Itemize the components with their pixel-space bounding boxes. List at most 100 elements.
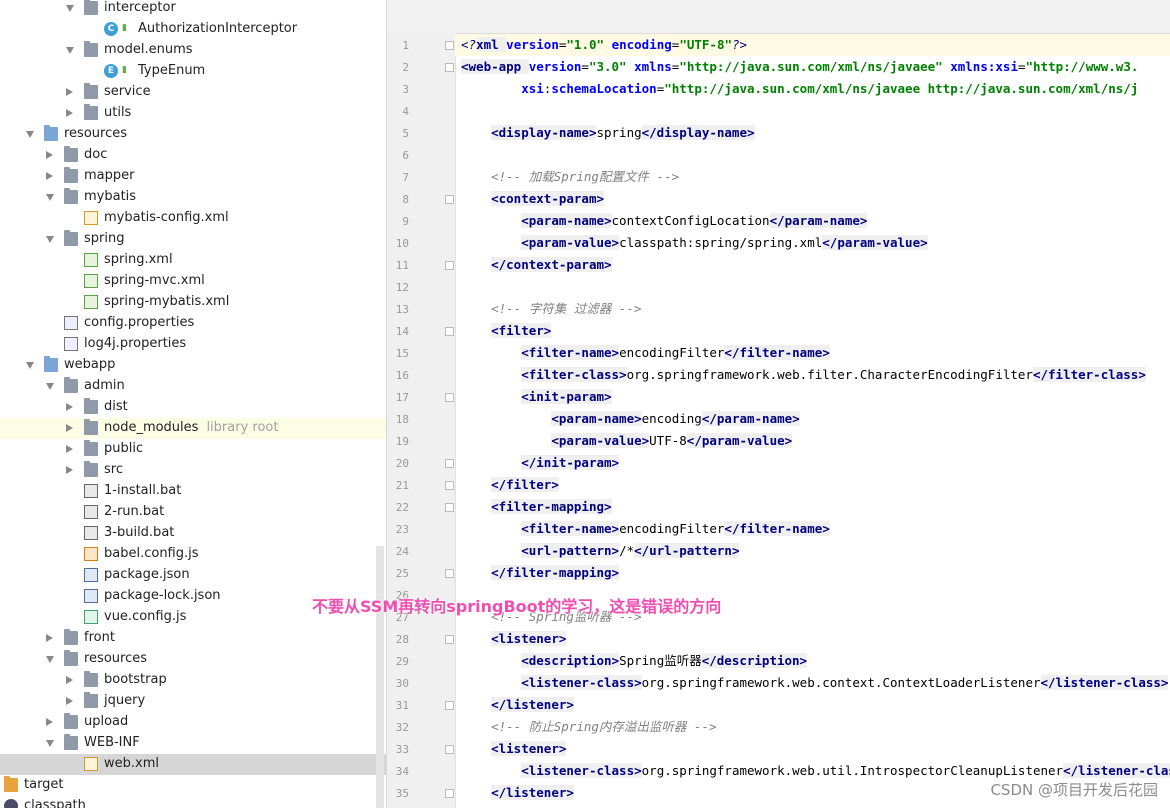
code-token: <filter-name> — [521, 345, 620, 360]
chevron-down-icon[interactable] — [26, 131, 34, 138]
code-token: "UTF-8" — [679, 37, 732, 52]
chevron-right-icon[interactable] — [66, 697, 73, 705]
code-token: </filter-name> — [724, 521, 830, 536]
tree-scrollbar[interactable] — [376, 546, 384, 808]
tree-item[interactable]: target — [0, 775, 386, 796]
code-token: UTF-8 — [649, 433, 687, 448]
line-number: 6 — [402, 149, 409, 162]
tree-item[interactable]: spring — [0, 229, 386, 250]
chevron-right-icon[interactable] — [66, 676, 73, 684]
tree-item[interactable]: dist — [0, 397, 386, 418]
tree-item[interactable]: node_modules library root — [0, 418, 386, 439]
json-file-icon — [84, 568, 98, 582]
tree-item[interactable]: upload — [0, 712, 386, 733]
fold-marker-icon[interactable] — [445, 195, 454, 204]
chevron-down-icon[interactable] — [46, 194, 54, 201]
tree-item[interactable]: front — [0, 628, 386, 649]
chevron-down-icon[interactable] — [26, 362, 34, 369]
code-token: <listener> — [491, 631, 567, 646]
chevron-down-icon[interactable] — [46, 236, 54, 243]
code-token: </listener-class> — [1040, 675, 1169, 690]
chevron-right-icon[interactable] — [66, 109, 73, 117]
line-number: 23 — [395, 523, 409, 536]
tree-item[interactable]: resources — [0, 649, 386, 670]
chevron-right-icon[interactable] — [66, 424, 73, 432]
fold-marker-icon[interactable] — [445, 393, 454, 402]
chevron-down-icon[interactable] — [46, 383, 54, 390]
tree-item[interactable]: public — [0, 439, 386, 460]
chevron-right-icon[interactable] — [46, 172, 53, 180]
fold-marker-icon[interactable] — [445, 63, 454, 72]
tree-item[interactable]: mapper — [0, 166, 386, 187]
tree-item[interactable]: webapp — [0, 355, 386, 376]
spring-xml-icon — [84, 295, 98, 309]
tree-item[interactable]: bootstrap — [0, 670, 386, 691]
line-number: 16 — [395, 369, 409, 382]
code-token: = — [1017, 59, 1026, 74]
tree-item[interactable]: log4j.properties — [0, 334, 386, 355]
chevron-right-icon[interactable] — [46, 634, 53, 642]
tree-item[interactable]: spring.xml — [0, 250, 386, 271]
chevron-down-icon[interactable] — [46, 656, 54, 663]
tree-item[interactable]: web.xml — [0, 754, 386, 775]
tree-item[interactable]: 1-install.bat — [0, 481, 386, 502]
fold-marker-icon[interactable] — [445, 789, 454, 798]
tree-item[interactable]: interceptor — [0, 0, 386, 19]
chevron-right-icon[interactable] — [66, 466, 73, 474]
tree-item[interactable]: utils — [0, 103, 386, 124]
chevron-down-icon[interactable] — [66, 47, 74, 54]
chevron-right-icon[interactable] — [66, 403, 73, 411]
chevron-right-icon[interactable] — [66, 445, 73, 453]
chevron-right-icon[interactable] — [46, 151, 53, 159]
fold-marker-icon[interactable] — [445, 41, 454, 50]
code-token: xmlns:xsi — [950, 59, 1018, 74]
tree-item[interactable]: mybatis-config.xml — [0, 208, 386, 229]
code-editor[interactable]: 1 2 3 4 5 6 7 8 9 10 11 12 13 14 15 16 17 18 19 20 21 22 23 24 2… — [387, 0, 1170, 808]
fold-marker-icon[interactable] — [445, 569, 454, 578]
fold-marker-icon[interactable] — [445, 261, 454, 270]
tree-item[interactable]: 3-build.bat — [0, 523, 386, 544]
fold-marker-icon[interactable] — [445, 503, 454, 512]
code-token: org.springframework.web.context.ContextL… — [641, 675, 1041, 690]
tree-item[interactable]: doc — [0, 145, 386, 166]
tree-item[interactable]: 2-run.bat — [0, 502, 386, 523]
tree-item[interactable]: spring-mybatis.xml — [0, 292, 386, 313]
tree-item[interactable]: mybatis — [0, 187, 386, 208]
tree-item-label: babel.config.js — [104, 546, 199, 561]
chevron-right-icon[interactable] — [46, 718, 53, 726]
tree-item[interactable]: babel.config.js — [0, 544, 386, 565]
tree-item-label: spring-mybatis.xml — [104, 294, 230, 309]
fold-marker-icon[interactable] — [445, 701, 454, 710]
tree-item[interactable]: spring-mvc.xml — [0, 271, 386, 292]
tree-item[interactable]: src — [0, 460, 386, 481]
tree-item[interactable]: classpath — [0, 796, 386, 808]
chevron-down-icon[interactable] — [66, 5, 74, 12]
tree-item[interactable]: WEB-INF — [0, 733, 386, 754]
chevron-down-icon[interactable] — [46, 740, 54, 747]
tree-item[interactable]: jquery — [0, 691, 386, 712]
chevron-right-icon[interactable] — [66, 88, 73, 96]
tree-item[interactable]: service — [0, 82, 386, 103]
tree-item[interactable]: model.enums — [0, 40, 386, 61]
code-token: <param-value> — [521, 235, 620, 250]
code-token: <display-name> — [491, 125, 597, 140]
tree-item[interactable]: config.properties — [0, 313, 386, 334]
fold-marker-icon[interactable] — [445, 635, 454, 644]
code-line: <param-name>encoding</param-name> — [461, 408, 800, 430]
properties-file-icon — [64, 316, 78, 330]
tree-item[interactable]: admin — [0, 376, 386, 397]
fold-marker-icon[interactable] — [445, 327, 454, 336]
tree-item[interactable]: E TypeEnum ▮ — [0, 61, 386, 82]
fold-marker-icon[interactable] — [445, 459, 454, 468]
tree-item[interactable]: package.json — [0, 565, 386, 586]
fold-marker-icon[interactable] — [445, 745, 454, 754]
tree-item[interactable]: C AuthorizationInterceptor ▮ — [0, 19, 386, 40]
fold-marker-icon[interactable] — [445, 481, 454, 490]
tree-item[interactable]: resources — [0, 124, 386, 145]
access-modifier-icon: ▮ — [122, 65, 127, 75]
